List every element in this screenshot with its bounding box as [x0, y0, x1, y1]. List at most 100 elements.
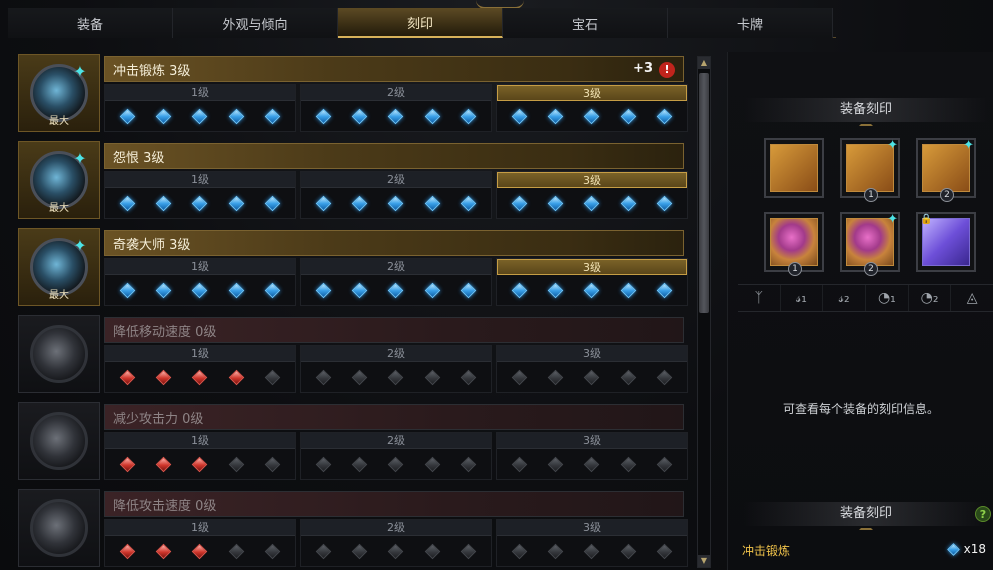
engraving-icon-box[interactable]: ✦ 最大: [18, 141, 100, 219]
level-label: 1级: [105, 172, 295, 188]
blue-gem-icon: [119, 108, 135, 124]
empty-gem-icon: [511, 369, 527, 385]
level-track: 3级: [496, 519, 688, 567]
level-track: 1级: [104, 519, 296, 567]
empty-gem-icon: [620, 456, 637, 472]
necklace-icon: [770, 144, 818, 192]
blue-gem-icon: [192, 195, 208, 211]
level-label: 3级: [497, 259, 687, 275]
engraving-icon-box[interactable]: [18, 402, 100, 480]
max-badge: 最大: [49, 203, 69, 214]
blue-gem-icon: [511, 108, 527, 124]
blue-gem-icon: [460, 195, 477, 211]
blue-gem-icon: [656, 282, 673, 298]
slot-number: 1: [864, 188, 878, 202]
engraving-icon-box[interactable]: [18, 489, 100, 567]
empty-gem-icon: [264, 369, 281, 385]
equipment-slot-earring[interactable]: ✦ 1: [840, 138, 900, 202]
engraving-row[interactable]: 降低攻击速度 0级 1级 2级 3级: [18, 487, 702, 569]
equipment-slot-earring[interactable]: ✦ 2: [916, 138, 976, 202]
slot-filter-bar: ᛉ 𝓈₁ 𝓈₂ ◔₁ ◔₂ ◬: [738, 284, 993, 312]
equipment-slot-ring[interactable]: ✦ 2: [840, 212, 900, 276]
ring-1-icon[interactable]: ◔₁: [866, 285, 909, 311]
level-track: 1级: [104, 432, 296, 480]
empty-gem-icon: [351, 456, 368, 472]
engraving-name-bar: 冲击锻炼 3级 +3!: [104, 56, 684, 82]
warning-icon[interactable]: !: [659, 62, 675, 78]
empty-gem-icon: [351, 543, 368, 559]
engraving-name: 降低攻击速度 0级: [113, 498, 217, 514]
blue-gem-icon: [228, 195, 245, 211]
scroll-up-icon[interactable]: ▲: [698, 57, 710, 69]
level-track: 3级: [496, 171, 688, 219]
necklace-icon[interactable]: ᛉ: [738, 285, 781, 311]
empty-gem-icon: [620, 369, 637, 385]
engraving-icon-box[interactable]: ✦ 最大: [18, 54, 100, 132]
equipment-slot-necklace[interactable]: [764, 138, 824, 198]
sparkle-icon: ✦: [73, 149, 87, 168]
empty-gem-icon: [584, 456, 600, 472]
engraving-icon-box[interactable]: [18, 315, 100, 393]
level-label: 3级: [497, 172, 687, 188]
max-badge: 最大: [49, 116, 69, 127]
scroll-thumb[interactable]: [699, 73, 709, 313]
engraving-row[interactable]: ✦ 最大 冲击锻炼 3级 +3! 1级 2级 3级: [18, 52, 702, 134]
empty-gem-icon: [315, 369, 331, 385]
blue-gem-icon: [388, 282, 404, 298]
earring-1-icon[interactable]: 𝓈₁: [781, 285, 824, 311]
scrollbar[interactable]: ▲ ▼: [697, 56, 711, 568]
blue-gem-icon: [351, 282, 368, 298]
lock-icon: 🔒: [920, 214, 933, 225]
empty-gem-icon: [460, 456, 477, 472]
level-tracks: 1级 2级 3级: [104, 84, 688, 132]
engraving-icon-box[interactable]: ✦ 最大: [18, 228, 100, 306]
blue-gem-icon: [620, 195, 637, 211]
blue-gem-icon: [228, 282, 245, 298]
tab-equipment[interactable]: 装备: [8, 8, 173, 38]
empty-gem-icon: [656, 543, 673, 559]
equipment-slot-stone[interactable]: 🔒: [916, 212, 976, 272]
empty-gem-icon: [424, 456, 441, 472]
level-track: 3级: [496, 432, 688, 480]
earring-2-icon[interactable]: 𝓈₂: [823, 285, 867, 311]
engraving-orb-icon: [30, 325, 88, 383]
blue-gem-icon: [388, 108, 404, 124]
equipment-slot-ring[interactable]: 1: [764, 212, 824, 276]
tab-appearance[interactable]: 外观与倾向: [173, 8, 338, 38]
level-tracks: 1级 2级 3级: [104, 258, 688, 306]
blue-gem-icon: [264, 195, 281, 211]
level-label: 2级: [301, 346, 491, 362]
hint-text: 可查看每个装备的刻印信息。: [782, 402, 939, 416]
blue-gem-icon: [228, 108, 245, 124]
red-gem-icon: [192, 543, 208, 559]
blue-gem-icon: [315, 108, 331, 124]
blue-gem-icon: [424, 195, 441, 211]
blue-gem-icon: [656, 195, 673, 211]
empty-gem-icon: [620, 543, 637, 559]
tab-cards[interactable]: 卡牌: [668, 8, 833, 38]
level-label: 2级: [301, 433, 491, 449]
blue-gem-icon: [351, 195, 368, 211]
engraving-row[interactable]: ✦ 最大 怨恨 3级 1级 2级 3级: [18, 139, 702, 221]
scroll-down-icon[interactable]: ▼: [698, 555, 710, 567]
blue-gem-icon: [656, 108, 673, 124]
ring-2-icon[interactable]: ◔₂: [909, 285, 952, 311]
engraving-row[interactable]: 降低移动速度 0级 1级 2级 3级: [18, 313, 702, 395]
tab-engraving[interactable]: 刻印: [338, 8, 503, 38]
engraving-row[interactable]: 减少攻击力 0级 1级 2级 3级: [18, 400, 702, 482]
stone-icon: [922, 218, 970, 266]
empty-gem-icon: [547, 456, 564, 472]
help-icon[interactable]: ?: [975, 506, 991, 522]
level-label: 3级: [497, 85, 687, 101]
tab-gems[interactable]: 宝石: [503, 8, 668, 38]
level-label: 1级: [105, 259, 295, 275]
level-label: 2级: [301, 172, 491, 188]
level-track: 3级: [496, 258, 688, 306]
stone-icon[interactable]: ◬: [951, 285, 993, 311]
level-label: 2级: [301, 85, 491, 101]
engraving-orb-icon: [30, 499, 88, 557]
blue-gem-icon: [155, 108, 172, 124]
blue-gem-icon: [511, 282, 527, 298]
engraving-row[interactable]: ✦ 最大 奇袭大师 3级 1级 2级 3级: [18, 226, 702, 308]
level-label: 2级: [301, 259, 491, 275]
